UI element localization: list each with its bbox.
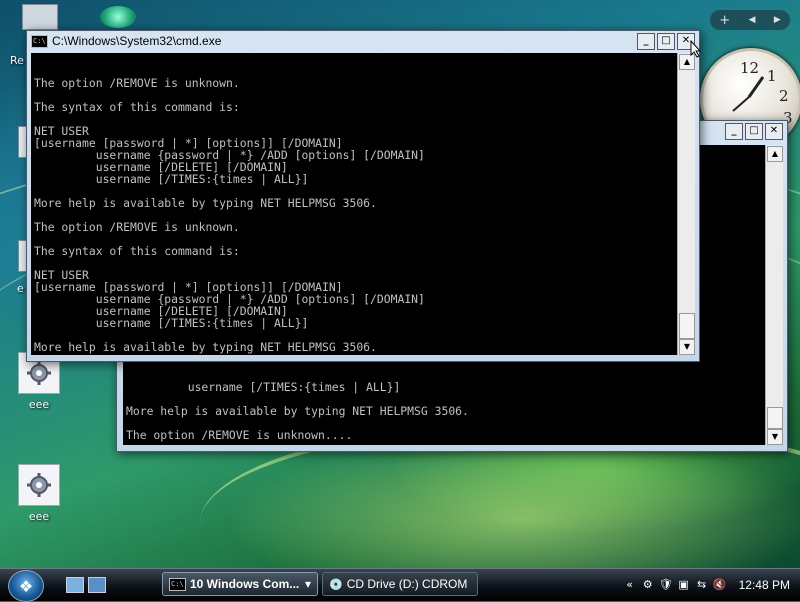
console-line: username [/TIMES:{times | ALL}]	[126, 380, 401, 394]
next-gadget-button[interactable]: ▶	[774, 15, 781, 25]
close-button[interactable]: ✕	[765, 123, 783, 140]
taskbar-button-cd-drive[interactable]: 💿 CD Drive (D:) CDROM	[322, 572, 478, 596]
window-app-icon[interactable]: ▣	[677, 578, 691, 592]
mouse-cursor-icon	[690, 40, 702, 58]
console-lines: username [/TIMES:{times | ALL}] More help…	[123, 381, 765, 441]
cmd-icon: C:\	[31, 34, 48, 48]
taskbar: ❖ C:\ 10 Windows Com... ▾ 💿 CD Drive (D:…	[0, 568, 800, 602]
windows-logo-icon: ❖	[18, 576, 34, 596]
vertical-scrollbar[interactable]: ▲ ▼	[765, 145, 783, 445]
console-line: More help is available by typing NET HEL…	[126, 404, 469, 418]
sidebar-gadget-bar: + ◀ ▶	[710, 10, 790, 30]
volume-muted-icon[interactable]: 🔇	[713, 578, 727, 592]
console-line: The option /REMOVE is unknown.	[34, 76, 240, 90]
taskbar-button-label: 10 Windows Com...	[190, 577, 300, 591]
console-line: username [/TIMES:{times | ALL}]	[34, 172, 309, 186]
system-tray: « ⚙ 🛡 ▣ ⇆ 🔇 12:48 PM	[623, 569, 800, 601]
desktop-icon-label: eee	[28, 510, 50, 523]
minimize-button[interactable]: _	[725, 123, 743, 140]
desktop-icon-eee[interactable]: eee	[14, 464, 64, 523]
scroll-thumb[interactable]	[679, 313, 695, 339]
start-button[interactable]: ❖	[8, 570, 44, 602]
console-lines: The option /REMOVE is unknown. The syntax…	[31, 77, 677, 355]
console-line: The option /REMOVE is unknown.	[34, 220, 240, 234]
console-line: The syntax of this command is:	[34, 244, 240, 258]
taskbar-button-label: CD Drive (D:) CDROM	[346, 577, 468, 591]
network-config-icon[interactable]: ⚙	[641, 578, 655, 592]
minimize-button[interactable]: _	[637, 33, 655, 50]
security-shield-icon[interactable]: 🛡	[659, 578, 673, 592]
show-desktop-icon[interactable]	[66, 577, 84, 593]
recycle-bin-icon[interactable]	[22, 4, 58, 30]
console-line: The option /REMOVE is unknown....	[126, 428, 353, 442]
add-gadget-button[interactable]: +	[719, 13, 730, 28]
prev-gadget-button[interactable]: ◀	[749, 15, 756, 25]
cmd-window-active[interactable]: C:\ C:\Windows\System32\cmd.exe _ □ ✕ Th…	[26, 30, 700, 362]
console-output[interactable]: The option /REMOVE is unknown. The syntax…	[31, 53, 677, 355]
scroll-down-button[interactable]: ▼	[767, 429, 783, 445]
maximize-button[interactable]: □	[657, 33, 675, 50]
cmd-icon: C:\	[169, 577, 186, 591]
cd-drive-icon: 💿	[329, 578, 343, 591]
chevron-down-icon: ▾	[304, 577, 311, 591]
console-line: More help is available by typing NET HEL…	[34, 196, 377, 210]
desktop-label-partial: Re	[10, 54, 24, 67]
maximize-button[interactable]: □	[745, 123, 763, 140]
switch-windows-icon[interactable]	[88, 577, 106, 593]
network-icon[interactable]: ⇆	[695, 578, 709, 592]
vertical-scrollbar[interactable]: ▲ ▼	[677, 53, 695, 355]
scroll-down-button[interactable]: ▼	[679, 339, 695, 355]
cmd-titlebar[interactable]: C:\ C:\Windows\System32\cmd.exe _ □ ✕	[27, 31, 699, 51]
console-line: username [/TIMES:{times | ALL}]	[34, 316, 309, 330]
expand-tray-icon[interactable]: «	[623, 578, 637, 592]
console-line: More help is available by typing NET HEL…	[34, 340, 377, 354]
clock-time[interactable]: 12:48 PM	[739, 578, 790, 592]
desktop-icon-label: eee	[28, 398, 50, 411]
internet-explorer-icon[interactable]	[100, 6, 136, 28]
window-title: C:\Windows\System32\cmd.exe	[52, 34, 222, 48]
scroll-thumb[interactable]	[767, 407, 783, 429]
scroll-up-button[interactable]: ▲	[767, 146, 783, 162]
gear-file-icon	[18, 464, 60, 506]
desktop-label-partial: e	[17, 282, 24, 295]
taskbar-button-cmd-group[interactable]: C:\ 10 Windows Com... ▾	[162, 572, 318, 596]
console-line: The syntax of this command is:	[34, 100, 240, 114]
